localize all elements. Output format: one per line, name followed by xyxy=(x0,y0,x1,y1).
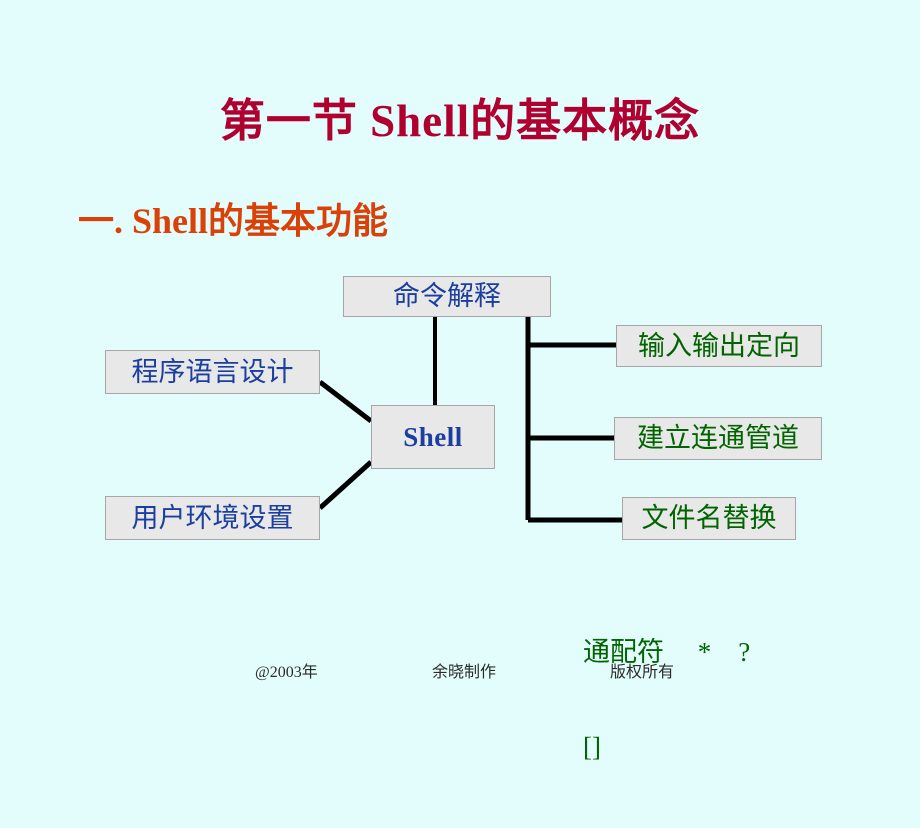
connector-env-to-shell xyxy=(318,460,373,510)
node-filename-substitution: 文件名替换 xyxy=(622,497,796,540)
node-user-environment-settings: 用户环境设置 xyxy=(105,496,320,540)
footer-author: 余晓制作 xyxy=(432,664,497,681)
footer-copyright-year: @2003年 xyxy=(255,664,318,681)
node-io-redirection: 输入输出定向 xyxy=(616,325,822,367)
node-program-language-design-label: 程序语言设计 xyxy=(131,356,294,387)
node-io-redirection-label: 输入输出定向 xyxy=(638,330,800,361)
wildcard-note: 通配符 * ? [] xyxy=(583,573,750,828)
footer-rights: 版权所有 xyxy=(610,664,675,681)
node-shell-label: Shell xyxy=(403,421,463,452)
node-program-language-design: 程序语言设计 xyxy=(105,350,320,394)
node-user-environment-settings-label: 用户环境设置 xyxy=(131,502,294,533)
node-shell: Shell xyxy=(371,405,495,469)
shell-functions-diagram: 命令解释 Shell 程序语言设计 用户环境设置 输入输出定向 建立连通管道 文… xyxy=(0,0,920,690)
node-filename-substitution-label: 文件名替换 xyxy=(641,503,777,533)
node-establish-pipes-label: 建立连通管道 xyxy=(637,423,799,453)
slide-footer: @2003年 余晓制作 版权所有 xyxy=(0,658,920,682)
node-establish-pipes: 建立连通管道 xyxy=(614,417,822,460)
slide-canvas: 第一节 Shell的基本概念 一. Shell的基本功能 命令解释 Shell xyxy=(0,0,920,762)
wildcard-note-line-2: [] xyxy=(583,732,601,763)
node-command-interpretation-label: 命令解释 xyxy=(393,281,501,311)
node-command-interpretation: 命令解释 xyxy=(343,276,551,317)
connector-lang-to-shell xyxy=(318,380,373,423)
